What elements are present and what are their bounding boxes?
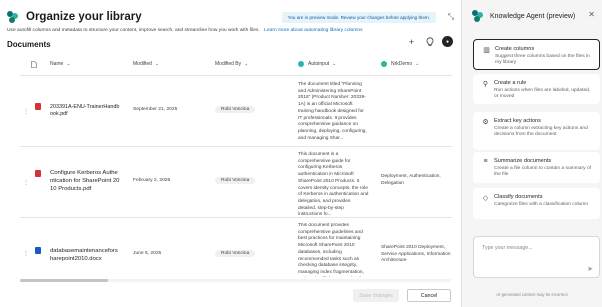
classify-icon: ◇	[482, 195, 489, 202]
ai-disclaimer: AI-generated content may be incorrect	[496, 292, 568, 297]
ai-column-icon	[298, 61, 304, 67]
knowledge-agent-logo-icon	[7, 11, 19, 23]
ai-column-icon	[381, 61, 387, 67]
page-description: Use autofill columns and metadata to str…	[7, 28, 363, 33]
suggestion-title: Extract key actions	[494, 118, 541, 124]
suggestion-description: Run actions when files are labeled, upda…	[494, 88, 591, 100]
nrkdemo-cell[interactable]: Deployment, Authentication, Delegation	[381, 174, 459, 187]
row-more-icon[interactable]: ⋮	[23, 179, 29, 186]
suggestion-description: Categorize files with a classification c…	[494, 202, 589, 207]
table-row[interactable]: ⋮ databasemaintenanceforsharepoint2010.d…	[20, 218, 452, 278]
suggestion-extract-key-actions[interactable]: ⚙ Extract key actions Create a column ex…	[473, 112, 600, 150]
suggestion-create-columns[interactable]: ▥ Create columns Suggest three columns b…	[473, 39, 600, 70]
pdf-file-icon	[35, 170, 41, 177]
modified-by-persona[interactable]: Robi Voncina	[215, 250, 256, 257]
page-header: Organize your library You are in preview…	[7, 7, 456, 27]
column-header-modified-label: Modified	[133, 61, 152, 67]
autoinput-cell[interactable]: This document is a comprehensive guide f…	[298, 152, 369, 219]
sort-icon: ⌄	[332, 61, 337, 67]
chat-input[interactable]: Type your message...	[482, 245, 533, 251]
column-header-autoinput[interactable]: Autoinput ⌄	[298, 61, 336, 67]
autoinput-cell[interactable]: The document titled "Planning and Admini…	[298, 82, 369, 142]
suggestion-description: Create a column extracting key actions a…	[494, 126, 588, 138]
suggestion-classify-documents[interactable]: ◇ Classify documents Categorize files wi…	[473, 188, 600, 219]
main-panel: Organize your library You are in preview…	[0, 0, 462, 307]
save-changes-button[interactable]: Save changes	[353, 289, 399, 302]
agent-header: Knowledge Agent (preview)	[472, 10, 575, 22]
send-icon[interactable]: ➤	[587, 265, 593, 273]
chat-input-box[interactable]: Type your message... ➤	[473, 236, 600, 278]
extract-icon: ⚙	[482, 119, 489, 126]
pdf-file-icon	[35, 103, 41, 110]
column-header-nrkdemo[interactable]: NrkDemo ⌄	[381, 61, 419, 67]
lightbulb-icon[interactable]	[424, 36, 435, 47]
cancel-button[interactable]: Cancel	[407, 289, 451, 302]
row-more-icon[interactable]: ⋮	[23, 250, 29, 257]
table-row[interactable]: ⋮ Configure Kerberos Authentication for …	[20, 147, 452, 217]
file-name[interactable]: Configure Kerberos Authentication for Sh…	[50, 169, 120, 193]
column-header-nrkdemo-label: NrkDemo	[391, 61, 413, 67]
file-type-column-icon[interactable]	[31, 61, 37, 68]
suggestion-title: Create columns	[495, 46, 535, 52]
word-file-icon	[35, 247, 41, 254]
description-text: Use autofill columns and metadata to str…	[7, 28, 260, 33]
row-more-icon[interactable]: ⋮	[23, 108, 29, 115]
knowledge-agent-logo-icon	[472, 10, 484, 22]
learn-more-link[interactable]: Learn more about automating library colu…	[264, 28, 362, 33]
add-icon[interactable]: +	[406, 36, 417, 47]
column-header-name[interactable]: Name ⌄	[50, 61, 71, 67]
sort-icon: ⌄	[415, 61, 420, 67]
horizontal-scrollbar[interactable]	[20, 279, 451, 282]
file-name[interactable]: databasemaintenanceforsharepoint2010.doc…	[50, 247, 120, 263]
footer-actions: Save changes Cancel	[353, 289, 451, 302]
sort-icon: ⌄	[154, 61, 160, 67]
modified-date: June 5, 2025	[133, 251, 162, 256]
file-name[interactable]: 203391A-ENU-TrainerHandbook.pdf	[50, 104, 120, 118]
preview-mode-notice: You are in preview mode. Review your cha…	[281, 11, 436, 23]
modified-date: September 21, 2025	[133, 107, 178, 112]
agent-title: Knowledge Agent (preview)	[490, 12, 576, 20]
modified-date: February 2, 2026	[133, 178, 171, 183]
documents-toolbar: + ●	[406, 36, 453, 47]
column-header-modified[interactable]: Modified ⌄	[133, 61, 159, 67]
summarize-icon: ≡	[483, 158, 488, 165]
suggestion-title: Create a rule	[494, 80, 527, 86]
autoinput-cell[interactable]: This document provides comprehensive gui…	[298, 223, 369, 277]
rule-icon: ⚲	[482, 81, 489, 88]
column-header-name-label: Name	[50, 61, 64, 67]
suggestion-description: Suggest three columns based on the files…	[495, 54, 590, 66]
sort-icon: ⌄	[244, 61, 249, 67]
modified-by-persona[interactable]: Robi Voncina	[215, 106, 256, 113]
suggestion-create-rule[interactable]: ⚲ Create a rule Run actions when files a…	[473, 74, 600, 104]
suggestion-title: Summarize documents	[494, 158, 552, 164]
column-header-modified-by-label: Modified By	[215, 61, 242, 67]
suggestion-description: Create a file column to contain a summar…	[494, 166, 592, 178]
columns-icon: ▥	[483, 47, 490, 54]
agent-chat-icon[interactable]: ●	[442, 36, 453, 47]
column-header-modified-by[interactable]: Modified By ⌄	[215, 61, 248, 67]
suggestion-title: Classify documents	[494, 194, 543, 200]
modified-by-persona[interactable]: Robi Voncina	[215, 177, 256, 184]
knowledge-agent-panel: Knowledge Agent (preview) ✕ ▥ Create col…	[462, 0, 602, 307]
expand-icon[interactable]: ⤡	[446, 12, 456, 22]
suggestion-summarize-documents[interactable]: ≡ Summarize documents Create a file colu…	[473, 152, 600, 183]
column-header-autoinput-label: Autoinput	[308, 61, 330, 67]
sort-icon: ⌄	[66, 61, 71, 67]
scrollbar-thumb[interactable]	[20, 279, 108, 282]
close-icon[interactable]: ✕	[588, 10, 595, 19]
documents-heading: Documents	[7, 40, 51, 49]
table-row[interactable]: ⋮ 203391A-ENU-TrainerHandbook.pdf Septem…	[20, 76, 452, 146]
nrkdemo-cell[interactable]: SharePoint 2010 Deployment, Service Appl…	[381, 245, 459, 265]
page-title: Organize your library	[26, 11, 142, 23]
